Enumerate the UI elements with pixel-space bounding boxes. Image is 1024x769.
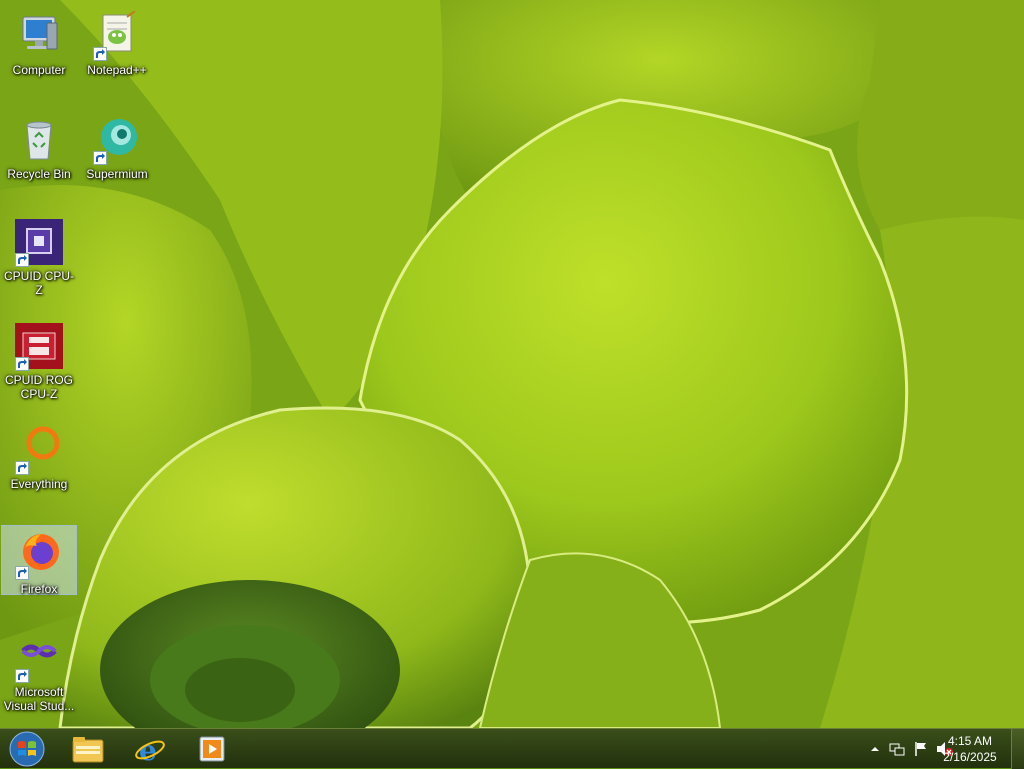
desktop-icon-visual-studio[interactable]: Microsoft Visual Stud...	[1, 628, 77, 728]
file-explorer-icon	[72, 737, 104, 763]
clock-time: 4:15 AM	[947, 734, 993, 748]
clock[interactable]: 4:15 AM 2/16/2025	[938, 733, 1002, 765]
desktop-icon-recycle-bin[interactable]: Recycle Bin	[1, 110, 77, 210]
desktop-icon-label: Everything	[10, 477, 68, 491]
desktop-icon-label: CPUID ROG CPU-Z	[4, 373, 73, 401]
desktop-icon-firefox[interactable]: Firefox	[1, 525, 77, 596]
action-center-flag-icon[interactable]	[912, 740, 930, 758]
media-player-icon	[199, 736, 225, 762]
desktop-icon-everything[interactable]: Everything	[1, 420, 77, 520]
shortcut-arrow-icon	[15, 566, 29, 580]
desktop-icon-notepadpp[interactable]: Notepad++	[79, 6, 155, 106]
shortcut-arrow-icon	[15, 357, 29, 371]
show-desktop-button[interactable]	[1011, 729, 1024, 769]
desktop-icon-label: Supermium	[86, 167, 148, 181]
shortcut-arrow-icon	[93, 151, 107, 165]
rog-cpuz-icon	[13, 321, 65, 371]
computer-icon	[13, 11, 65, 61]
visual-studio-icon	[13, 633, 65, 683]
desktop-icon-label: Computer	[12, 63, 66, 77]
desktop-icon-label: Recycle Bin	[7, 167, 71, 181]
notepadpp-icon	[91, 11, 143, 61]
show-hidden-icons-icon[interactable]	[866, 740, 884, 758]
desktop-icon-cpuz[interactable]: CPUID CPU-Z	[1, 212, 77, 312]
svg-text:e: e	[139, 734, 157, 765]
everything-icon	[13, 425, 65, 475]
recycle-bin-icon	[13, 115, 65, 165]
firefox-icon	[13, 530, 65, 580]
desktop-icon-rog-cpuz[interactable]: CPUID ROG CPU-Z	[1, 316, 77, 416]
shortcut-arrow-icon	[15, 669, 29, 683]
desktop-icon-label: Firefox	[20, 582, 58, 596]
taskbar: e 4:15 AM 2/16/2025	[0, 728, 1024, 769]
desktop-icon-label: Microsoft Visual Stud...	[3, 685, 75, 713]
start-button[interactable]	[4, 730, 50, 768]
internet-explorer-icon: e	[135, 734, 165, 765]
desktop-icon-label: Notepad++	[87, 63, 147, 77]
shortcut-arrow-icon	[15, 461, 29, 475]
supermium-icon	[91, 115, 143, 165]
taskbar-app-media-player[interactable]	[184, 730, 240, 768]
desktop-icon-label: CPUID CPU-Z	[3, 269, 74, 297]
cpuz-icon	[13, 217, 65, 267]
system-tray: 4:15 AM 2/16/2025	[824, 729, 1024, 769]
desktop-icon-supermium[interactable]: Supermium	[79, 110, 155, 210]
network-icon[interactable]	[888, 740, 906, 758]
windows-start-icon	[9, 731, 45, 767]
clock-date: 2/16/2025	[943, 750, 997, 764]
shortcut-arrow-icon	[15, 253, 29, 267]
shortcut-arrow-icon	[93, 47, 107, 61]
taskbar-app-internet-explorer[interactable]: e	[122, 730, 178, 768]
desktop-icon-computer[interactable]: Computer	[1, 6, 77, 106]
taskbar-app-file-explorer[interactable]	[60, 730, 116, 768]
